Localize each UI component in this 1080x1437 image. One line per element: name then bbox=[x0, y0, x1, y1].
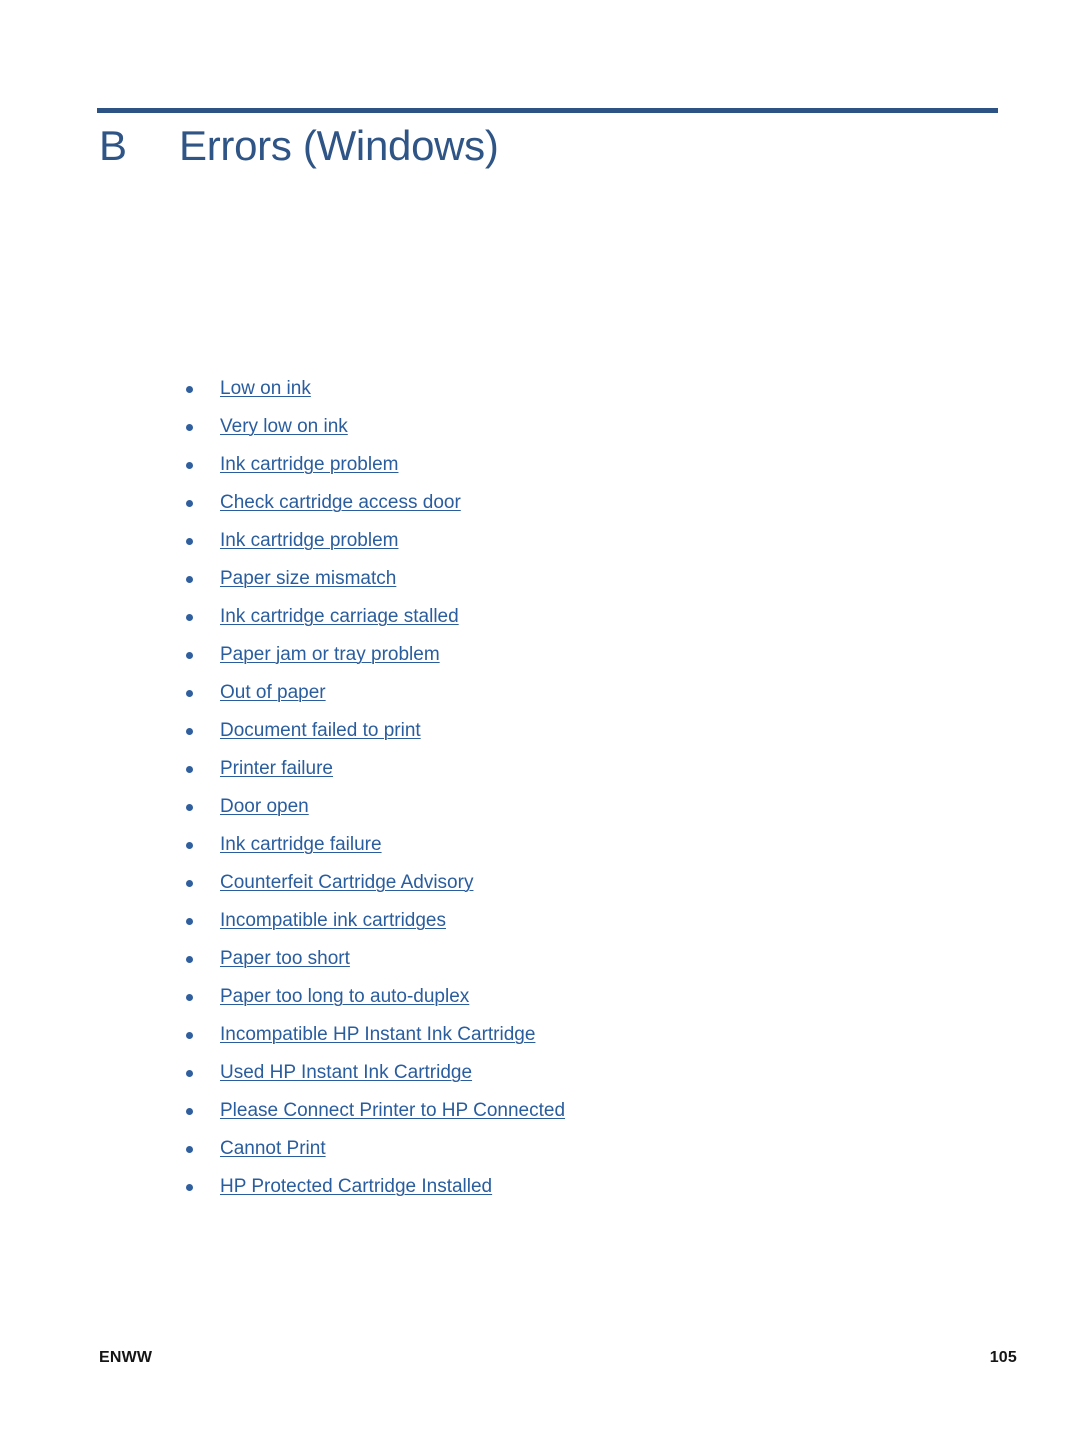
list-item[interactable]: Very low on ink bbox=[186, 408, 1006, 446]
bullet-icon bbox=[186, 1108, 193, 1115]
list-item[interactable]: Paper too short bbox=[186, 940, 1006, 978]
list-item[interactable]: HP Protected Cartridge Installed bbox=[186, 1168, 1006, 1206]
chapter-link[interactable]: HP Protected Cartridge Installed bbox=[220, 1175, 492, 1199]
chapter-header-rule bbox=[97, 108, 998, 113]
chapter-link[interactable]: Out of paper bbox=[220, 681, 326, 705]
chapter-link-list: Low on ink Very low on ink Ink cartridge p… bbox=[186, 370, 1006, 1206]
list-item[interactable]: Document failed to print bbox=[186, 712, 1006, 750]
list-item[interactable]: Please Connect Printer to HP Connected bbox=[186, 1092, 1006, 1130]
list-item[interactable]: Incompatible HP Instant Ink Cartridge bbox=[186, 1016, 1006, 1054]
chapter-link[interactable]: Printer failure bbox=[220, 757, 333, 781]
chapter-link[interactable]: Document failed to print bbox=[220, 719, 421, 743]
bullet-icon bbox=[186, 538, 193, 545]
chapter-link[interactable]: Ink cartridge carriage stalled bbox=[220, 605, 459, 629]
chapter-link[interactable]: Ink cartridge problem bbox=[220, 453, 398, 477]
list-item[interactable]: Cannot Print bbox=[186, 1130, 1006, 1168]
list-item[interactable]: Check cartridge access door bbox=[186, 484, 1006, 522]
list-item[interactable]: Incompatible ink cartridges bbox=[186, 902, 1006, 940]
chapter-link[interactable]: Cannot Print bbox=[220, 1137, 326, 1161]
bullet-icon bbox=[186, 1184, 193, 1191]
bullet-icon bbox=[186, 576, 193, 583]
list-item[interactable]: Paper size mismatch bbox=[186, 560, 1006, 598]
bullet-icon bbox=[186, 1032, 193, 1039]
list-item[interactable]: Door open bbox=[186, 788, 1006, 826]
chapter-link[interactable]: Ink cartridge problem bbox=[220, 529, 398, 553]
chapter-link[interactable]: Check cartridge access door bbox=[220, 491, 461, 515]
chapter-link[interactable]: Counterfeit Cartridge Advisory bbox=[220, 871, 473, 895]
chapter-link[interactable]: Paper too short bbox=[220, 947, 350, 971]
chapter-link[interactable]: Used HP Instant Ink Cartridge bbox=[220, 1061, 472, 1085]
bullet-icon bbox=[186, 462, 193, 469]
bullet-icon bbox=[186, 956, 193, 963]
chapter-link[interactable]: Ink cartridge failure bbox=[220, 833, 382, 857]
bullet-icon bbox=[186, 652, 193, 659]
list-item[interactable]: Used HP Instant Ink Cartridge bbox=[186, 1054, 1006, 1092]
chapter-link[interactable]: Incompatible ink cartridges bbox=[220, 909, 446, 933]
document-page: B Errors (Windows) Low on ink Very low on… bbox=[0, 0, 1080, 1437]
bullet-icon bbox=[186, 386, 193, 393]
list-item[interactable]: Printer failure bbox=[186, 750, 1006, 788]
chapter-letter: B bbox=[99, 122, 127, 169]
list-item[interactable]: Low on ink bbox=[186, 370, 1006, 408]
list-item[interactable]: Ink cartridge problem bbox=[186, 446, 1006, 484]
bullet-icon bbox=[186, 614, 193, 621]
bullet-icon bbox=[186, 766, 193, 773]
bullet-icon bbox=[186, 842, 193, 849]
bullet-icon bbox=[186, 918, 193, 925]
chapter-link[interactable]: Paper too long to auto-duplex bbox=[220, 985, 469, 1009]
bullet-icon bbox=[186, 1070, 193, 1077]
bullet-icon bbox=[186, 994, 193, 1001]
list-item[interactable]: Ink cartridge problem bbox=[186, 522, 1006, 560]
bullet-icon bbox=[186, 424, 193, 431]
footer-page-number: 105 bbox=[989, 1349, 1017, 1366]
chapter-link[interactable]: Low on ink bbox=[220, 377, 311, 401]
list-item[interactable]: Ink cartridge failure bbox=[186, 826, 1006, 864]
bullet-icon bbox=[186, 804, 193, 811]
bullet-icon bbox=[186, 728, 193, 735]
list-item[interactable]: Ink cartridge carriage stalled bbox=[186, 598, 1006, 636]
bullet-icon bbox=[186, 1146, 193, 1153]
chapter-link[interactable]: Paper size mismatch bbox=[220, 567, 396, 591]
list-item[interactable]: Out of paper bbox=[186, 674, 1006, 712]
page-title: B Errors (Windows) bbox=[99, 120, 999, 172]
chapter-link[interactable]: Paper jam or tray problem bbox=[220, 643, 440, 667]
bullet-icon bbox=[186, 880, 193, 887]
bullet-icon bbox=[186, 690, 193, 697]
bullet-icon bbox=[186, 500, 193, 507]
list-item[interactable]: Paper too long to auto-duplex bbox=[186, 978, 1006, 1016]
chapter-link[interactable]: Door open bbox=[220, 795, 309, 819]
chapter-title-text: Errors (Windows) bbox=[179, 122, 499, 169]
list-item[interactable]: Paper jam or tray problem bbox=[186, 636, 1006, 674]
footer-locale: ENWW bbox=[99, 1349, 153, 1366]
list-item[interactable]: Counterfeit Cartridge Advisory bbox=[186, 864, 1006, 902]
chapter-link[interactable]: Please Connect Printer to HP Connected bbox=[220, 1099, 565, 1123]
chapter-link[interactable]: Very low on ink bbox=[220, 415, 348, 439]
chapter-link[interactable]: Incompatible HP Instant Ink Cartridge bbox=[220, 1023, 535, 1047]
